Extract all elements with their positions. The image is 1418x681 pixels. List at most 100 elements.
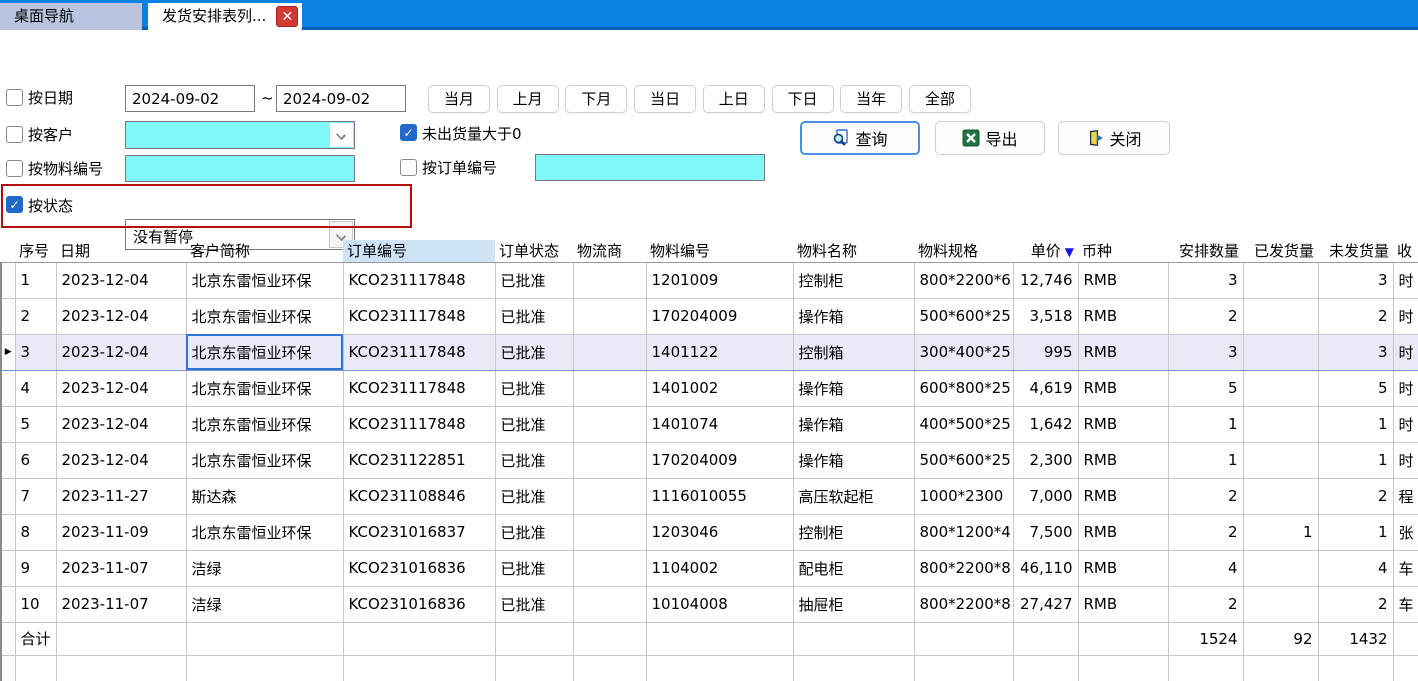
- grid-cell[interactable]: 7,000: [1013, 478, 1078, 514]
- grid-cell[interactable]: 1: [1243, 514, 1318, 550]
- grid-cell[interactable]: 1524: [1168, 622, 1243, 655]
- grid-cell[interactable]: 已批准: [495, 586, 573, 622]
- column-header-4[interactable]: 订单编号: [343, 240, 495, 262]
- grid-cell[interactable]: KCO231016837: [343, 514, 495, 550]
- quick-date-button-4[interactable]: 当日: [634, 85, 696, 113]
- by-status-checkbox[interactable]: ✓: [6, 196, 23, 213]
- column-header-3[interactable]: 客户简称: [186, 240, 343, 262]
- grid-cell[interactable]: KCO231117848: [343, 262, 495, 298]
- column-header-2[interactable]: 日期: [56, 240, 186, 262]
- grid-cell[interactable]: [914, 622, 1013, 655]
- grid-cell[interactable]: 1,642: [1013, 406, 1078, 442]
- grid-cell[interactable]: [1243, 334, 1318, 370]
- grid-cell[interactable]: RMB: [1078, 262, 1168, 298]
- grid-cell[interactable]: 2023-12-04: [56, 334, 186, 370]
- grid-cell[interactable]: [56, 655, 186, 681]
- table-row-5[interactable]: 52023-12-04北京东雷恒业环保KCO231117848已批准140107…: [1, 406, 1418, 442]
- grid-cell[interactable]: 3: [1168, 334, 1243, 370]
- table-row-6[interactable]: 62023-12-04北京东雷恒业环保KCO231122851已批准170204…: [1, 442, 1418, 478]
- grid-cell[interactable]: 92: [1243, 622, 1318, 655]
- grid-cell[interactable]: RMB: [1078, 442, 1168, 478]
- grid-cell[interactable]: 2023-12-04: [56, 442, 186, 478]
- grid-cell[interactable]: [573, 442, 646, 478]
- date-from-input[interactable]: [125, 85, 255, 112]
- grid-cell[interactable]: 2023-11-09: [56, 514, 186, 550]
- grid-cell[interactable]: 2023-12-04: [56, 262, 186, 298]
- grid-cell[interactable]: [573, 478, 646, 514]
- column-header-11[interactable]: 币种: [1078, 240, 1168, 262]
- column-header-6[interactable]: 物流商: [573, 240, 646, 262]
- grid-cell[interactable]: [1243, 262, 1318, 298]
- tab-shipping-schedule[interactable]: 发货安排表列... ✕: [148, 3, 302, 30]
- grid-cell[interactable]: 操作箱: [793, 298, 914, 334]
- grid-cell[interactable]: [1243, 298, 1318, 334]
- grid-cell[interactable]: 7: [15, 478, 56, 514]
- grid-cell[interactable]: [573, 514, 646, 550]
- grid-cell[interactable]: [1078, 655, 1168, 681]
- grid-cell[interactable]: 2023-11-27: [56, 478, 186, 514]
- column-header-15[interactable]: 收: [1393, 240, 1418, 262]
- grid-cell[interactable]: 张: [1393, 514, 1418, 550]
- grid-cell[interactable]: 北京东雷恒业环保: [186, 442, 343, 478]
- tab-close-icon[interactable]: ✕: [276, 6, 298, 27]
- table-row-7[interactable]: 72023-11-27斯达森KCO231108846已批准1116010055高…: [1, 478, 1418, 514]
- unshipped-gt0-checkbox[interactable]: ✓: [400, 124, 417, 141]
- grid-cell[interactable]: 1401002: [646, 370, 793, 406]
- grid-cell[interactable]: 控制柜: [793, 514, 914, 550]
- quick-date-button-6[interactable]: 下日: [772, 85, 834, 113]
- close-button[interactable]: 关闭: [1058, 121, 1170, 155]
- grid-cell[interactable]: [186, 622, 343, 655]
- table-row-8[interactable]: 82023-11-09北京东雷恒业环保KCO231016837已批准120304…: [1, 514, 1418, 550]
- grid-cell[interactable]: RMB: [1078, 514, 1168, 550]
- grid-cell[interactable]: 合计: [15, 622, 56, 655]
- grid-cell[interactable]: 操作箱: [793, 370, 914, 406]
- grid-cell[interactable]: RMB: [1078, 370, 1168, 406]
- grid-cell[interactable]: 已批准: [495, 370, 573, 406]
- row-selector-cell[interactable]: [1, 586, 15, 622]
- grid-cell[interactable]: 控制柜: [793, 262, 914, 298]
- column-header-9[interactable]: 物料规格: [914, 240, 1013, 262]
- grid-cell[interactable]: 操作箱: [793, 442, 914, 478]
- grid-cell[interactable]: 800*2200*8: [914, 550, 1013, 586]
- grid-cell[interactable]: 5: [1168, 370, 1243, 406]
- grid-cell[interactable]: 已批准: [495, 550, 573, 586]
- row-selector-cell[interactable]: [1, 406, 15, 442]
- grid-cell[interactable]: 洁绿: [186, 586, 343, 622]
- grid-cell[interactable]: 2023-12-04: [56, 406, 186, 442]
- grid-cell[interactable]: 1: [1168, 406, 1243, 442]
- grid-cell[interactable]: 300*400*25: [914, 334, 1013, 370]
- column-header-13[interactable]: 已发货量: [1243, 240, 1318, 262]
- by-customer-checkbox[interactable]: [6, 126, 23, 143]
- row-selector-cell[interactable]: [1, 478, 15, 514]
- date-to-input[interactable]: [276, 85, 406, 112]
- grid-cell[interactable]: [573, 370, 646, 406]
- grid-cell[interactable]: [343, 622, 495, 655]
- grid-cell[interactable]: 4: [15, 370, 56, 406]
- grid-cell[interactable]: 2: [1318, 586, 1393, 622]
- grid-cell[interactable]: 3: [1318, 262, 1393, 298]
- grid-cell[interactable]: 时: [1393, 442, 1418, 478]
- grid-cell[interactable]: [1318, 655, 1393, 681]
- grid-cell[interactable]: RMB: [1078, 550, 1168, 586]
- grid-cell[interactable]: [646, 655, 793, 681]
- grid-cell[interactable]: 1203046: [646, 514, 793, 550]
- table-row-2[interactable]: 22023-12-04北京东雷恒业环保KCO231117848已批准170204…: [1, 298, 1418, 334]
- grid-cell[interactable]: 配电柜: [793, 550, 914, 586]
- grid-cell[interactable]: 2: [1168, 478, 1243, 514]
- empty-row[interactable]: [1, 655, 1418, 681]
- grid-cell[interactable]: 8: [15, 514, 56, 550]
- grid-cell[interactable]: [573, 655, 646, 681]
- row-selector-cell[interactable]: ▶: [1, 334, 15, 370]
- row-selector-cell[interactable]: [1, 370, 15, 406]
- by-material-checkbox[interactable]: [6, 160, 23, 177]
- grid-cell[interactable]: 1401074: [646, 406, 793, 442]
- grid-cell[interactable]: [914, 655, 1013, 681]
- grid-cell[interactable]: 2023-12-04: [56, 298, 186, 334]
- grid-cell[interactable]: [1168, 655, 1243, 681]
- grid-cell[interactable]: 1401122: [646, 334, 793, 370]
- column-header-8[interactable]: 物料名称: [793, 240, 914, 262]
- row-selector-cell[interactable]: [1, 442, 15, 478]
- grid-cell[interactable]: [495, 622, 573, 655]
- grid-cell[interactable]: 北京东雷恒业环保: [186, 262, 343, 298]
- grid-cell[interactable]: 3: [1318, 334, 1393, 370]
